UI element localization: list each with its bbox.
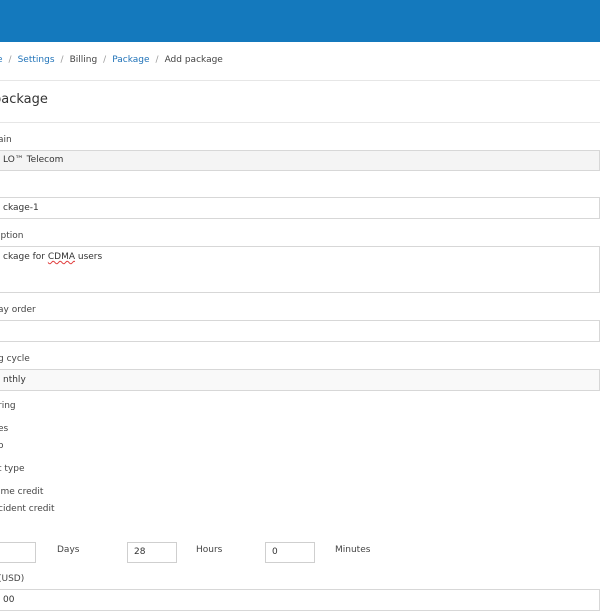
breadcrumb-package-link[interactable]: Package	[112, 55, 149, 65]
billing-cycle-label: g cycle	[0, 354, 30, 364]
breadcrumb-separator: /	[60, 55, 64, 65]
page-title: package	[0, 92, 48, 107]
display-order-label: ay order	[0, 305, 36, 315]
credit-type-label: t type	[0, 464, 25, 474]
duration-minutes-label: Minutes	[335, 545, 371, 555]
divider	[0, 80, 600, 81]
duration-days-input[interactable]	[0, 542, 36, 563]
breadcrumb-settings-link[interactable]: Settings	[18, 55, 55, 65]
description-textarea[interactable]: ckage for CDMA users	[0, 246, 600, 293]
credit-option-one-time[interactable]: ime credit	[0, 487, 43, 497]
breadcrumb-separator: /	[103, 55, 107, 65]
description-text: ckage for	[3, 252, 48, 262]
breadcrumb-separator: /	[155, 55, 159, 65]
description-spellcheck-word: CDMA	[47, 252, 76, 262]
top-navigation-bar	[0, 0, 600, 42]
breadcrumb-separator: /	[8, 55, 12, 65]
description-label: iption	[0, 231, 24, 241]
breadcrumb-current: Add package	[164, 55, 223, 65]
divider	[0, 122, 600, 123]
recurring-label: ring	[0, 401, 16, 411]
duration-minutes-input[interactable]: 0	[265, 542, 315, 563]
display-order-input[interactable]	[0, 320, 600, 342]
credit-option-incident[interactable]: cident credit	[0, 504, 55, 514]
duration-hours-input[interactable]: 28	[127, 542, 177, 563]
billing-cycle-select[interactable]: nthly	[0, 369, 600, 391]
duration-days-label: Days	[57, 545, 80, 555]
duration-hours-label: Hours	[196, 545, 223, 555]
recurring-option-yes[interactable]: es	[0, 424, 8, 434]
recurring-option-no[interactable]: o	[0, 441, 4, 451]
price-input[interactable]: 00	[0, 589, 600, 611]
domain-label: ain	[0, 135, 12, 145]
description-text: users	[75, 252, 103, 262]
domain-field[interactable]: LO™ Telecom	[0, 150, 600, 171]
breadcrumb-home-link[interactable]: e	[0, 55, 3, 65]
breadcrumb-billing: Billing	[69, 55, 98, 65]
price-label: (USD)	[0, 574, 25, 584]
breadcrumb: e / Settings / Billing / Package / Add package	[0, 55, 223, 65]
package-name-input[interactable]: ckage-1	[0, 197, 600, 219]
